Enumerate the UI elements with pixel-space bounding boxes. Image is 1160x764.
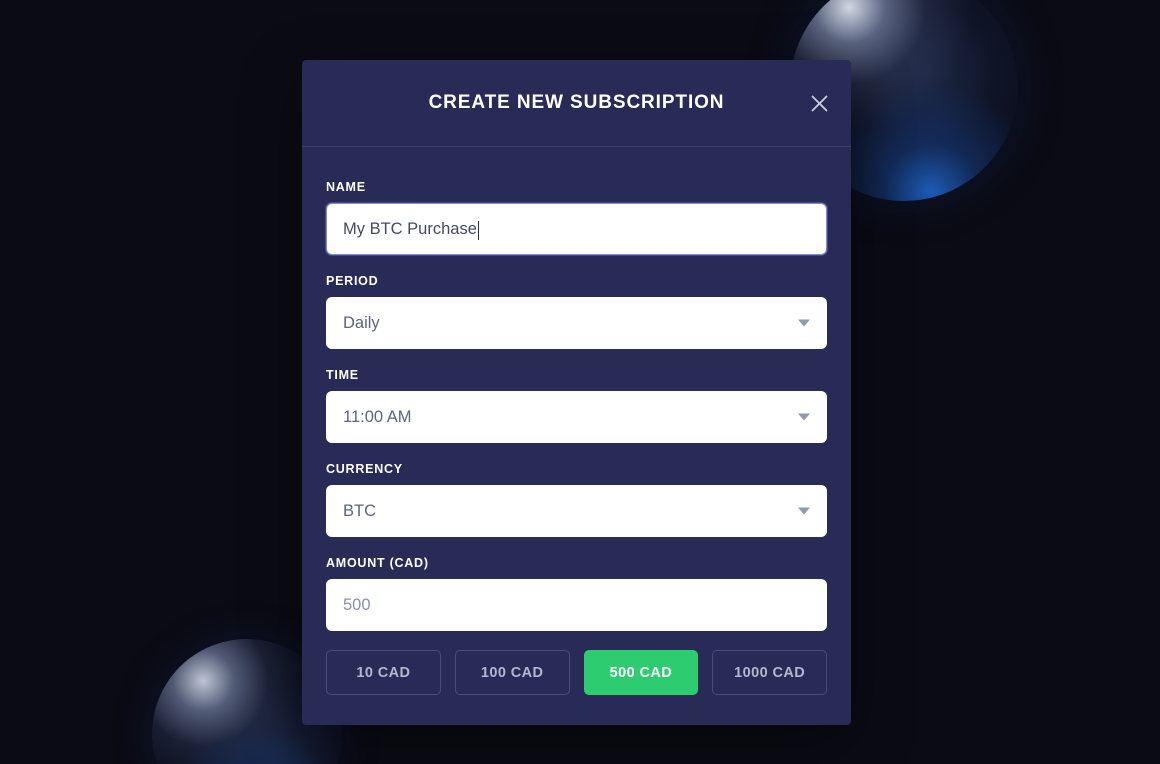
close-button[interactable]	[799, 83, 839, 123]
modal-header: CREATE NEW SUBSCRIPTION	[302, 60, 851, 147]
field-time: TIME 11:00 AM	[326, 368, 827, 443]
quick-amount-500[interactable]: 500 CAD	[583, 650, 699, 695]
name-label: NAME	[326, 180, 366, 194]
time-select[interactable]: 11:00 AM	[326, 391, 827, 443]
name-input-value: My BTC Purchase	[343, 219, 477, 238]
time-select-value: 11:00 AM	[343, 407, 412, 426]
quick-amount-1000[interactable]: 1000 CAD	[712, 650, 827, 695]
chevron-down-icon	[798, 507, 810, 515]
text-cursor	[477, 220, 479, 240]
field-name: NAME My BTC Purchase	[326, 180, 827, 255]
period-select[interactable]: Daily	[326, 297, 827, 349]
quick-amount-buttons: 10 CAD 100 CAD 500 CAD 1000 CAD	[326, 650, 827, 725]
field-period: PERIOD Daily	[326, 274, 827, 349]
currency-select-value: BTC	[343, 501, 376, 520]
modal-body: NAME My BTC Purchase PERIOD Daily TIME 1…	[302, 147, 851, 725]
field-amount: AMOUNT (CAD) 500	[326, 556, 827, 631]
amount-input[interactable]: 500	[326, 579, 827, 631]
page-title: CREATE NEW SUBSCRIPTION	[428, 92, 725, 113]
close-icon	[811, 95, 828, 112]
period-select-value: Daily	[343, 313, 380, 332]
amount-label: AMOUNT (CAD)	[326, 556, 429, 570]
field-currency: CURRENCY BTC	[326, 462, 827, 537]
period-label: PERIOD	[326, 274, 379, 288]
currency-label: CURRENCY	[326, 462, 403, 476]
name-input[interactable]: My BTC Purchase	[326, 203, 827, 255]
quick-amount-10[interactable]: 10 CAD	[326, 650, 441, 695]
quick-amount-100[interactable]: 100 CAD	[454, 650, 570, 695]
currency-select[interactable]: BTC	[326, 485, 827, 537]
chevron-down-icon	[798, 413, 810, 421]
amount-input-value: 500	[343, 595, 371, 614]
chevron-down-icon	[798, 319, 810, 327]
create-subscription-modal: CREATE NEW SUBSCRIPTION NAME My BTC Purc…	[302, 60, 851, 725]
time-label: TIME	[326, 368, 359, 382]
